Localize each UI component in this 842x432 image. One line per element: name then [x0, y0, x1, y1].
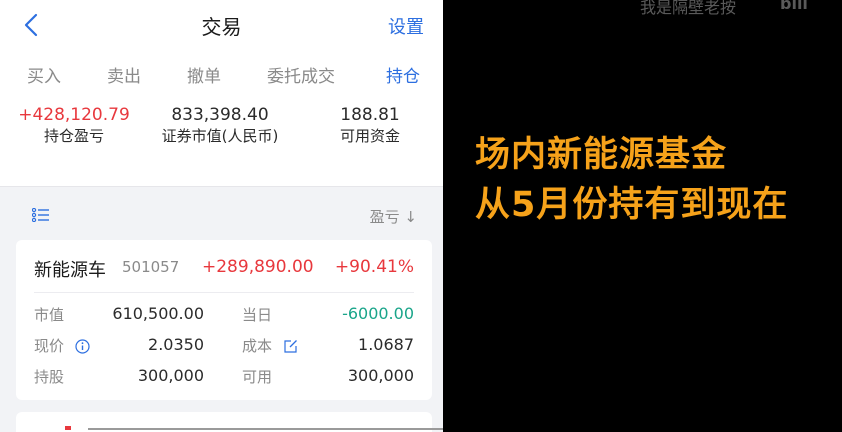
card-divider: [34, 292, 414, 293]
holding-price: 2.0350: [148, 335, 204, 354]
holding-pnl: +289,890.00: [202, 257, 314, 277]
price-label-group: 现价: [34, 335, 90, 356]
caption-line-1: 场内新能源基金: [475, 135, 728, 175]
settings-button[interactable]: 设置: [388, 13, 424, 39]
watermark-text: 我是隔壁老按: [640, 0, 737, 17]
red-marker: [65, 426, 71, 430]
tab-cancel-order[interactable]: 撤单: [187, 62, 221, 87]
cost-label: 成本: [242, 337, 273, 355]
cost-label-group: 成本: [242, 335, 298, 356]
holding-cost: 1.0687: [358, 335, 414, 354]
cash-value: 188.81: [340, 105, 400, 125]
pnl-label: 持仓盈亏: [43, 127, 104, 145]
cash-label: 可用资金: [339, 127, 400, 145]
sort-by-pnl-button[interactable]: 盈亏 ↓: [370, 206, 417, 227]
holding-today-pnl: -6000.00: [342, 304, 414, 323]
today-label: 当日: [242, 306, 273, 324]
holding-name: 新能源车: [34, 260, 106, 281]
caption-line-2: 从5月份持有到现在: [475, 185, 789, 225]
summary-market-value: 833,398.40 证券市值(人民币): [150, 104, 290, 146]
tab-sell[interactable]: 卖出: [107, 62, 141, 87]
shares-label: 持股: [34, 368, 65, 386]
summary-cash: 188.81 可用资金: [325, 104, 415, 146]
edit-icon[interactable]: [283, 339, 298, 354]
holding-code: 501057: [122, 258, 180, 276]
market-value-label: 证券市值(人民币): [161, 127, 279, 145]
trading-app-panel: 交易 设置 买入 卖出 撤单 委托成交 持仓 +428,120.79 持仓盈亏 …: [0, 0, 443, 432]
holding-card[interactable]: 新能源车 501057 +289,890.00 +90.41% 市值 610,5…: [16, 240, 432, 400]
tab-positions[interactable]: 持仓: [386, 62, 420, 87]
tab-orders-trades[interactable]: 委托成交: [267, 62, 335, 87]
holding-shares: 300,000: [137, 366, 204, 385]
market-value: 833,398.40: [171, 105, 269, 125]
holding-market-value: 610,500.00: [112, 304, 204, 323]
pnl-value: +428,120.79: [18, 105, 130, 125]
summary-pnl: +428,120.79 持仓盈亏: [14, 104, 134, 146]
info-icon[interactable]: [75, 339, 90, 354]
top-bar: 交易 设置: [0, 0, 443, 52]
available-label: 可用: [242, 368, 273, 386]
list-view-icon[interactable]: [32, 208, 50, 222]
market-value-label: 市值: [34, 306, 65, 324]
bilibili-logo-icon: bili: [780, 0, 808, 13]
tab-buy[interactable]: 买入: [27, 62, 61, 87]
account-summary: +428,120.79 持仓盈亏 833,398.40 证券市值(人民币) 18…: [0, 96, 443, 187]
price-label: 现价: [34, 337, 65, 355]
progress-bar: [88, 428, 443, 430]
list-header: 盈亏 ↓: [0, 196, 443, 236]
holding-available: 300,000: [347, 366, 414, 385]
tab-bar: 买入 卖出 撤单 委托成交 持仓: [0, 52, 443, 96]
holding-pnl-percent: +90.41%: [334, 257, 414, 277]
page-title: 交易: [201, 15, 242, 39]
